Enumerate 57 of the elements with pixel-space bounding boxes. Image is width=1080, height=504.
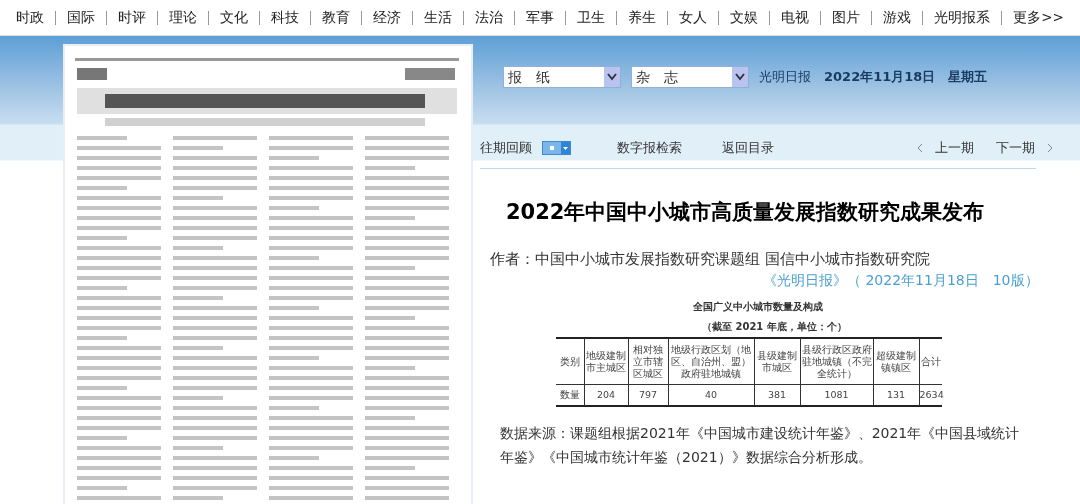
table-cell: 797 bbox=[628, 384, 668, 407]
nav-link[interactable]: 女人 bbox=[668, 7, 719, 28]
table-header-cell: 超级建制镇镇区 bbox=[873, 338, 919, 385]
nav-link[interactable]: 文化 bbox=[209, 7, 260, 28]
dropdown-select[interactable]: 杂 志 bbox=[631, 66, 749, 88]
table-header-cell: 类别 bbox=[556, 338, 584, 385]
caret-icon bbox=[561, 142, 570, 154]
table-header-cell: 合计 bbox=[919, 338, 942, 385]
calendar-button[interactable] bbox=[542, 141, 571, 155]
nav-link[interactable]: 军事 bbox=[515, 7, 566, 28]
nav-link[interactable]: 法治 bbox=[464, 7, 515, 28]
archive-link[interactable]: 往期回顾 bbox=[480, 138, 532, 158]
table-header-cell: 相对独立市辖区城区 bbox=[628, 338, 668, 385]
table-cell: 381 bbox=[754, 384, 800, 407]
previous-issue-link[interactable]: 上一期 bbox=[917, 138, 974, 158]
back-link[interactable]: 返回目录 bbox=[722, 138, 774, 158]
data-source-note: 数据来源：课题组根据2021年《中国城市建设统计年鉴》、2021年《中国县域统计年鉴》《中国城市统计年鉴（2021）》数据综合分析形成。 bbox=[500, 424, 1020, 468]
chevron-down-icon bbox=[604, 67, 620, 87]
table-cell: 1081 bbox=[800, 384, 873, 407]
table-header-cell: 地级行政区划（地区、自治州、盟）政府驻地城镇 bbox=[668, 338, 754, 385]
nav-link[interactable]: 养生 bbox=[617, 7, 668, 28]
table-caption: 全国广义中小城市数量及构成 bbox=[692, 300, 824, 315]
table-cell: 2634 bbox=[919, 384, 942, 407]
table-header-cell: 县级行政区政府驻地城镇（不完全统计） bbox=[800, 338, 873, 385]
chevron-down-icon bbox=[732, 67, 748, 87]
table-cell: 131 bbox=[873, 384, 919, 407]
nav-link[interactable]: 经济 bbox=[362, 7, 413, 28]
nav-link[interactable]: 生活 bbox=[413, 7, 464, 28]
nav-link[interactable]: 文娱 bbox=[719, 7, 770, 28]
nav-link[interactable]: 教育 bbox=[311, 7, 362, 28]
chevron-right-icon bbox=[1047, 143, 1053, 153]
table-cell: 204 bbox=[584, 384, 628, 407]
nav-link[interactable]: 卫生 bbox=[566, 7, 617, 28]
nav-link[interactable]: 科技 bbox=[260, 7, 311, 28]
table-header-cell: 县级建制市城区 bbox=[754, 338, 800, 385]
nav-link[interactable]: 时评 bbox=[107, 7, 158, 28]
nav-link[interactable]: 国际 bbox=[56, 7, 107, 28]
table-header-cell: 地级建制市主城区 bbox=[584, 338, 628, 385]
calendar-icon bbox=[543, 142, 561, 154]
nav-link[interactable]: 理论 bbox=[158, 7, 209, 28]
article-author: 作者：中国中小城市发展指数研究课题组 国信中小城市指数研究院 bbox=[489, 249, 931, 269]
table-cell: 40 bbox=[668, 384, 754, 407]
next-issue-link[interactable]: 下一期 bbox=[996, 138, 1053, 158]
chevron-left-icon bbox=[917, 143, 923, 153]
article-title: 2022年中国中小城市高质量发展指数研究成果发布 bbox=[505, 199, 986, 226]
nav-link[interactable]: 更多>> bbox=[1002, 7, 1075, 28]
nav-link[interactable]: 时政 bbox=[5, 7, 56, 28]
nav-link[interactable]: 电视 bbox=[770, 7, 821, 28]
nav-link[interactable]: 游戏 bbox=[872, 7, 923, 28]
article-source: 《光明日报》（ 2022年11月18日 10版） bbox=[762, 271, 1040, 291]
nav-link[interactable]: 光明报系 bbox=[923, 7, 1002, 28]
table-cell: 数量 bbox=[556, 384, 584, 407]
nav-link[interactable]: 图片 bbox=[821, 7, 872, 28]
search-link[interactable]: 数字报检索 bbox=[617, 138, 682, 158]
masthead-date: 光明日报 2022年11月18日 星期五 bbox=[759, 68, 988, 87]
dropdown-select[interactable]: 报 纸 bbox=[503, 66, 621, 88]
table-subcaption: （截至 2021 年底，单位：个） bbox=[701, 320, 848, 335]
